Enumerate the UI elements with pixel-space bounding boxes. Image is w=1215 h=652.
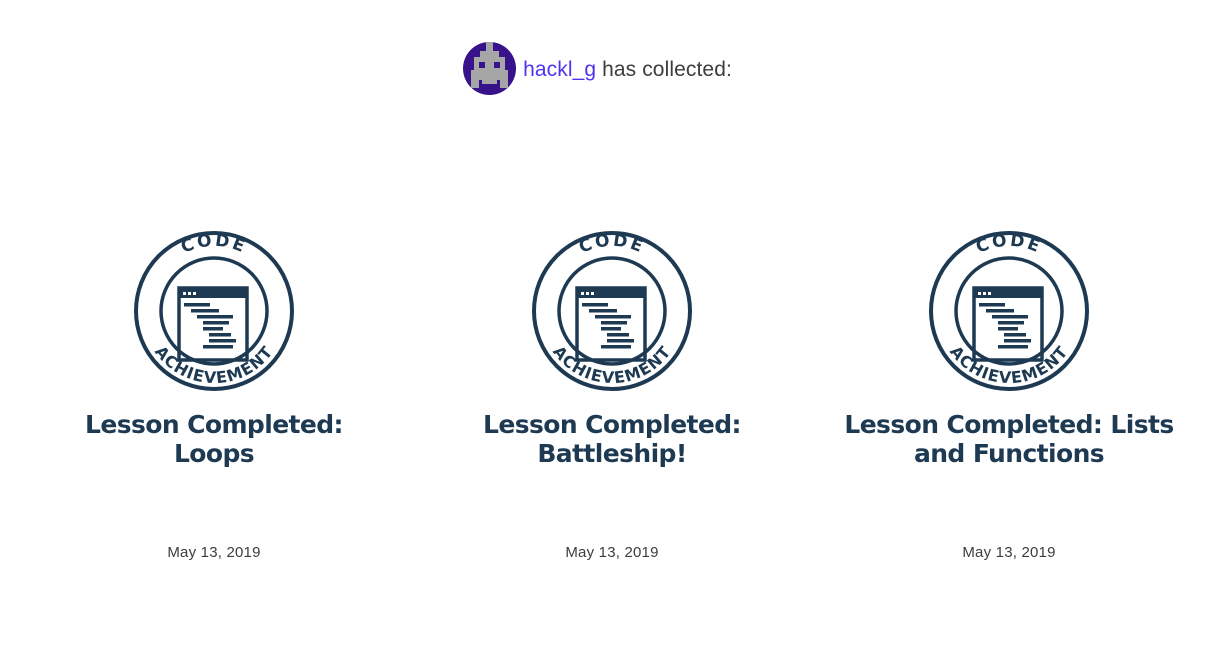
code-window-icon <box>575 286 647 362</box>
code-achievement-badge: CODE ACHIEVEMENT <box>929 231 1089 391</box>
achievement-date: May 13, 2019 <box>565 544 659 561</box>
achievement-title: Lesson Completed: Lists and Functions <box>844 410 1174 468</box>
achievement-card[interactable]: CODE ACHIEVEMENT Lesson Completed: Loops… <box>34 230 394 590</box>
achievement-date: May 13, 2019 <box>962 544 1056 561</box>
avatar[interactable] <box>463 42 517 95</box>
collected-heading: hackl_g has collected: <box>523 56 732 82</box>
collector-header: hackl_g has collected: <box>0 42 1215 95</box>
code-window-icon <box>972 286 1044 362</box>
collected-suffix: has collected: <box>596 57 732 81</box>
code-achievement-badge: CODE ACHIEVEMENT <box>532 231 692 391</box>
code-achievement-badge: CODE ACHIEVEMENT <box>134 231 294 391</box>
code-window-icon <box>177 286 249 362</box>
achievement-title: Lesson Completed: Loops <box>85 410 344 468</box>
space-invader-icon <box>471 42 509 88</box>
achievement-date: May 13, 2019 <box>167 544 261 561</box>
achievement-card[interactable]: CODE ACHIEVEMENT Lesson Completed: Lists… <box>829 230 1189 590</box>
achievements-list: CODE ACHIEVEMENT Lesson Completed: Loops… <box>0 230 1215 590</box>
achievement-card[interactable]: CODE ACHIEVEMENT Lesson Completed: Battl… <box>432 230 792 590</box>
username-link[interactable]: hackl_g <box>523 58 596 81</box>
achievement-title: Lesson Completed: Battleship! <box>483 410 742 468</box>
